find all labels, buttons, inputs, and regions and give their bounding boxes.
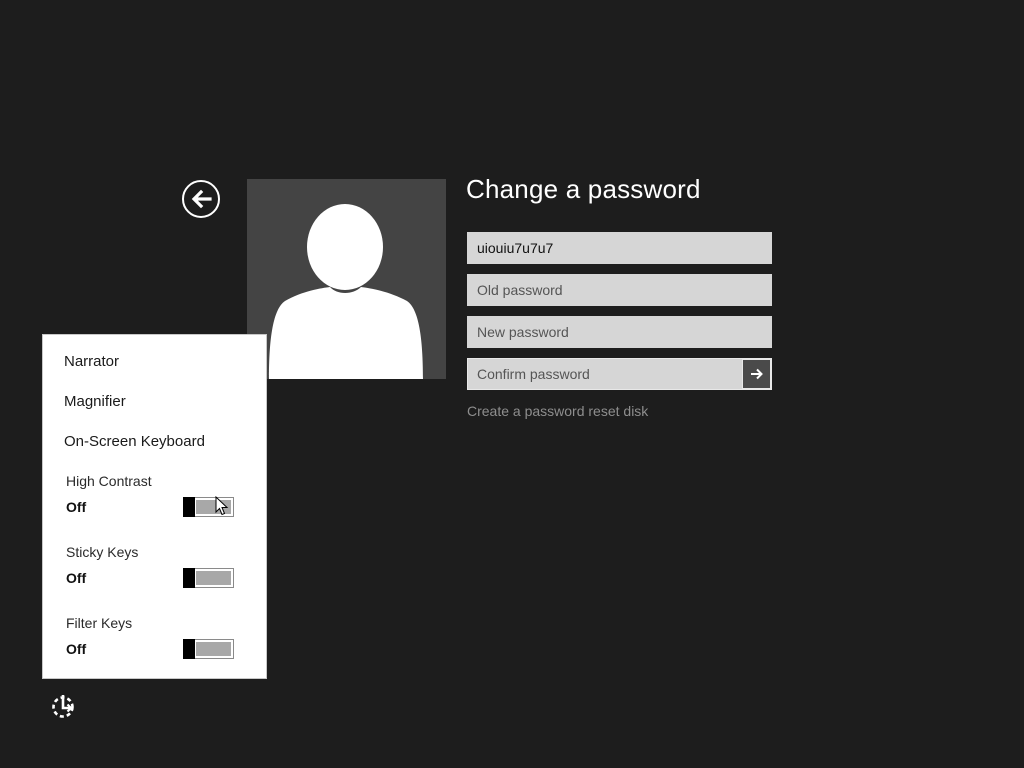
ease-of-access-menu: Narrator Magnifier On-Screen Keyboard Hi…	[42, 334, 267, 679]
sticky-keys-state: Off	[66, 570, 87, 586]
submit-button[interactable]	[742, 359, 771, 389]
high-contrast-setting: High Contrast Off	[66, 473, 246, 523]
ease-of-access-button[interactable]	[48, 691, 78, 721]
old-password-field[interactable]	[467, 274, 772, 306]
page-title: Change a password	[466, 174, 701, 204]
back-arrow-icon	[191, 189, 212, 209]
new-password-field[interactable]	[467, 316, 772, 348]
sticky-keys-label: Sticky Keys	[66, 544, 139, 560]
high-contrast-toggle[interactable]	[183, 497, 234, 517]
ease-of-access-icon	[52, 695, 74, 718]
toggle-track	[196, 571, 231, 585]
toggle-thumb	[183, 497, 195, 517]
toggle-track	[196, 500, 231, 514]
confirm-password-row	[467, 358, 772, 390]
narrator-menu-item[interactable]: Narrator	[64, 353, 119, 370]
sticky-keys-setting: Sticky Keys Off	[66, 544, 246, 594]
filter-keys-state: Off	[66, 641, 87, 657]
arrow-right-icon	[750, 368, 763, 380]
on-screen-keyboard-menu-item[interactable]: On-Screen Keyboard	[64, 433, 205, 450]
password-reset-disk-link[interactable]: Create a password reset disk	[467, 403, 648, 419]
toggle-thumb	[183, 639, 195, 659]
filter-keys-toggle[interactable]	[183, 639, 234, 659]
filter-keys-setting: Filter Keys Off	[66, 615, 246, 665]
magnifier-menu-item[interactable]: Magnifier	[64, 393, 126, 410]
back-button[interactable]	[182, 180, 220, 218]
username-field[interactable]	[467, 232, 772, 264]
avatar	[247, 179, 446, 379]
toggle-thumb	[183, 568, 195, 588]
user-silhouette-icon	[269, 204, 423, 379]
filter-keys-label: Filter Keys	[66, 615, 133, 631]
high-contrast-state: Off	[66, 499, 87, 515]
toggle-track	[196, 642, 231, 656]
confirm-password-field[interactable]	[468, 359, 742, 389]
high-contrast-label: High Contrast	[66, 473, 152, 489]
change-password-screen: Change a password Create a password rese…	[0, 0, 1024, 768]
sticky-keys-toggle[interactable]	[183, 568, 234, 588]
